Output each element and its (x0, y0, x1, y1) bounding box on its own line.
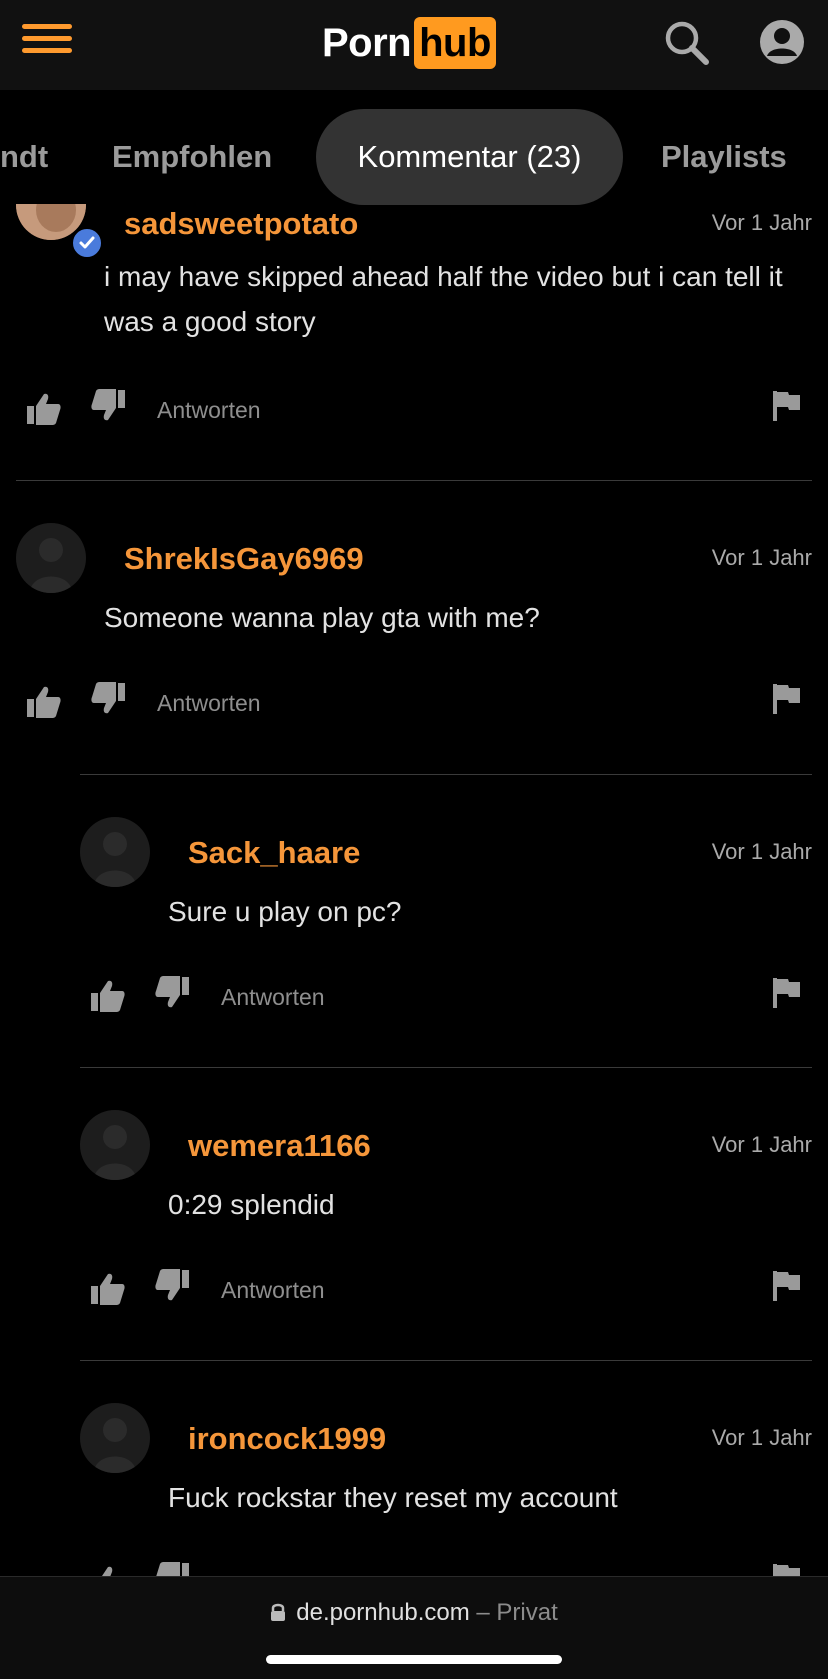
comment-timestamp: Vor 1 Jahr (711, 839, 812, 864)
comment-text: Someone wanna play gta with me? (104, 602, 540, 633)
comment-item: ShrekIsGay6969 Vor 1 Jahr Someone wanna … (0, 481, 828, 775)
thumbs-down-icon[interactable] (90, 388, 126, 422)
comment-timestamp: Vor 1 Jahr (711, 1132, 812, 1157)
comment-username[interactable]: Sack_haare (188, 835, 360, 871)
comment-timestamp: Vor 1 Jahr (711, 1425, 812, 1450)
account-icon[interactable] (758, 18, 806, 66)
thumbs-up-icon[interactable] (90, 1565, 126, 1576)
avatar[interactable] (16, 523, 86, 593)
logo-text-left: Porn (322, 20, 412, 65)
reply-link[interactable]: Antworten (157, 690, 261, 717)
thumbs-up-icon[interactable] (26, 685, 62, 719)
comment-item: sadsweetpotato Vor 1 Jahr i may have ski… (0, 204, 828, 480)
lock-icon (270, 1601, 286, 1629)
thumbs-down-icon[interactable] (154, 1561, 190, 1576)
tab-partial[interactable]: ndt (0, 110, 48, 204)
thumbs-down-icon[interactable] (154, 975, 190, 1009)
comment-text: 0:29 splendid (168, 1189, 335, 1220)
reply-link[interactable]: Antworten (157, 397, 261, 424)
comment-timestamp: Vor 1 Jahr (711, 545, 812, 570)
reply-link[interactable]: Antworten (221, 1277, 325, 1304)
thumbs-up-icon[interactable] (90, 979, 126, 1013)
report-flag-icon[interactable] (772, 977, 802, 1009)
comment-username[interactable]: wemera1166 (188, 1128, 371, 1164)
avatar[interactable] (80, 817, 150, 887)
report-flag-icon[interactable] (772, 1563, 802, 1576)
thumbs-up-icon[interactable] (90, 1272, 126, 1306)
comment-text: Sure u play on pc? (168, 896, 402, 927)
comment-item: ironcock1999 Vor 1 Jahr Fuck rockstar th… (0, 1361, 828, 1576)
url-display[interactable]: de.pornhub.com – Privat (0, 1599, 828, 1629)
private-mode-label: – Privat (476, 1599, 558, 1626)
tab-bar: ndt Empfohlen Kommentar (23) Playlists (0, 90, 828, 205)
report-flag-icon[interactable] (772, 1270, 802, 1302)
avatar[interactable] (80, 1110, 150, 1180)
thumbs-down-icon[interactable] (90, 681, 126, 715)
browser-url-bar[interactable]: de.pornhub.com – Privat (0, 1576, 828, 1679)
search-icon[interactable] (662, 18, 712, 68)
tab-playlists[interactable]: Playlists (661, 110, 787, 204)
comment-username[interactable]: sadsweetpotato (124, 206, 358, 242)
comment-text: Fuck rockstar they reset my account (168, 1482, 618, 1513)
tab-kommentar[interactable]: Kommentar (23) (316, 109, 623, 205)
report-flag-icon[interactable] (772, 390, 802, 422)
comment-timestamp: Vor 1 Jahr (711, 210, 812, 235)
tab-empfohlen[interactable]: Empfohlen (112, 110, 272, 204)
comment-item: Sack_haare Vor 1 Jahr Sure u play on pc?… (0, 775, 828, 1068)
logo-text-right: hub (414, 17, 496, 69)
verified-badge-icon (70, 226, 104, 260)
comment-list: sadsweetpotato Vor 1 Jahr i may have ski… (0, 204, 828, 1576)
thumbs-up-icon[interactable] (26, 392, 62, 426)
avatar[interactable] (80, 1403, 150, 1473)
comment-text: i may have skipped ahead half the video … (104, 261, 783, 337)
comment-username[interactable]: ironcock1999 (188, 1421, 386, 1457)
report-flag-icon[interactable] (772, 683, 802, 715)
comment-username[interactable]: ShrekIsGay6969 (124, 541, 364, 577)
home-indicator[interactable] (266, 1655, 562, 1664)
reply-link[interactable]: Antworten (221, 984, 325, 1011)
top-header: Porn hub (0, 0, 828, 90)
hamburger-menu-icon[interactable] (22, 24, 72, 58)
url-domain: de.pornhub.com (296, 1599, 470, 1626)
thumbs-down-icon[interactable] (154, 1268, 190, 1302)
comment-item: wemera1166 Vor 1 Jahr 0:29 splendid Antw… (0, 1068, 828, 1361)
site-logo[interactable]: Porn hub (322, 16, 496, 70)
